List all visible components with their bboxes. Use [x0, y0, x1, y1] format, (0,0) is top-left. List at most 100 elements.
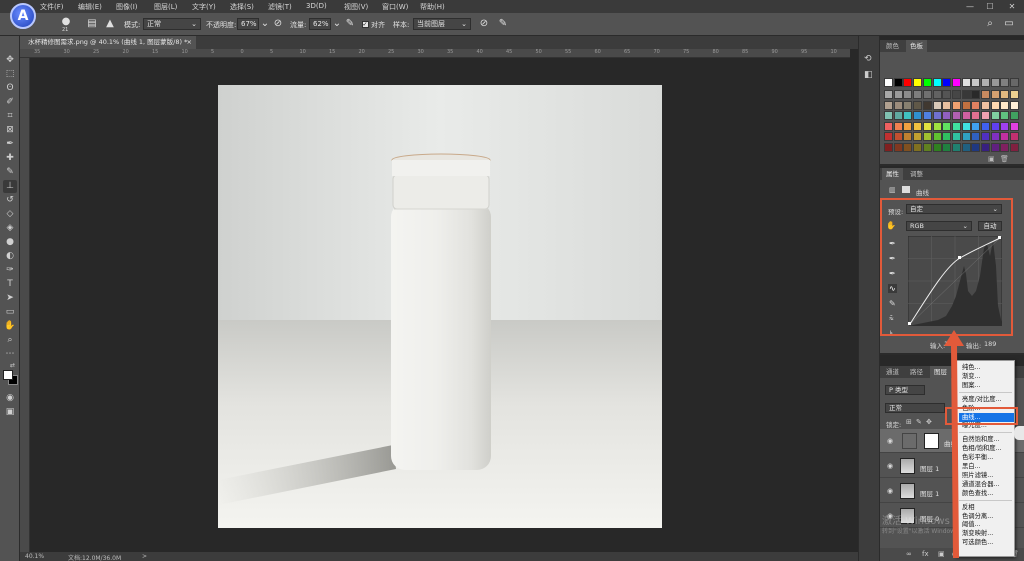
color-swatch[interactable] — [903, 100, 913, 110]
color-swatch[interactable] — [1000, 78, 1010, 87]
color-swatch[interactable] — [893, 90, 903, 99]
lasso-tool-icon[interactable]: ʘ — [3, 82, 17, 95]
brush-tool-icon[interactable]: ✎ — [3, 166, 17, 179]
menu-item[interactable]: 图层(L) — [154, 2, 177, 12]
color-swatch[interactable] — [981, 90, 990, 99]
color-swatch[interactable] — [913, 142, 923, 152]
type-tool-icon[interactable]: T — [3, 278, 17, 291]
mode-select[interactable]: 正常 ⌄ — [143, 18, 201, 30]
product-photo[interactable] — [218, 85, 662, 528]
color-swatch[interactable] — [942, 132, 952, 141]
color-swatch[interactable] — [913, 121, 923, 131]
color-swatch[interactable] — [961, 121, 971, 131]
color-swatch[interactable] — [961, 111, 971, 120]
color-swatch[interactable] — [951, 142, 961, 152]
tab-swatches[interactable]: 色板 — [906, 40, 927, 52]
color-swatch[interactable] — [913, 100, 923, 110]
lock-transparent-icon[interactable]: ⊞ — [906, 418, 912, 426]
color-swatch[interactable] — [961, 100, 971, 110]
color-swatch[interactable] — [971, 132, 981, 141]
color-swatch[interactable] — [1010, 121, 1020, 131]
layer-mask-thumbnail[interactable] — [924, 433, 939, 449]
color-swatch[interactable] — [990, 90, 1000, 99]
menu-item[interactable]: 编辑(E) — [78, 2, 102, 12]
color-swatch[interactable] — [922, 100, 932, 110]
color-swatch[interactable] — [1000, 111, 1010, 120]
color-swatch[interactable] — [951, 90, 961, 99]
screen-mode-icon[interactable]: ▣ — [3, 406, 17, 419]
frame-tool-icon[interactable]: ⊠ — [3, 124, 17, 137]
menu-item[interactable]: 3D(D) — [306, 2, 327, 10]
color-swatch[interactable] — [981, 111, 990, 120]
clone-source-icon[interactable]: ▲ — [104, 18, 116, 30]
color-swatch[interactable] — [893, 111, 903, 120]
color-swatch[interactable] — [903, 111, 913, 120]
color-swatch[interactable] — [961, 142, 971, 152]
eye-icon[interactable]: ◉ — [887, 487, 893, 495]
ignore-adjustment-icon[interactable]: ⊘ — [478, 18, 490, 30]
color-swatch[interactable] — [942, 100, 952, 110]
flow-input[interactable]: 62% — [309, 18, 331, 30]
opacity-input[interactable]: 67% — [237, 18, 259, 30]
marquee-tool-icon[interactable]: ⬚ — [3, 68, 17, 81]
eraser-tool-icon[interactable]: ◇ — [3, 208, 17, 221]
blend-mode-select[interactable]: 正常 — [885, 403, 945, 413]
document-tab[interactable]: 水杯精修图需求.png @ 40.1% (曲线 1, 图层蒙版/8) * × — [20, 36, 196, 49]
clone-stamp-tool-icon[interactable]: ⊥ — [3, 180, 17, 193]
color-swatch[interactable] — [951, 111, 961, 120]
zoom-tool-icon[interactable]: ⌕ — [3, 334, 17, 347]
path-select-tool-icon[interactable]: ➤ — [3, 292, 17, 305]
aligned-checkbox[interactable]: ✓ — [359, 18, 371, 30]
color-swatch[interactable] — [1000, 132, 1010, 141]
color-swatch[interactable] — [884, 111, 893, 120]
link-icon[interactable]: ∞ — [906, 550, 912, 558]
flow-dropdown-icon[interactable]: ⌄ — [331, 18, 343, 30]
color-swatch[interactable] — [903, 142, 913, 152]
color-swatch[interactable] — [884, 100, 893, 110]
color-swatch[interactable] — [951, 121, 961, 131]
color-swatch[interactable] — [1010, 78, 1020, 87]
color-swatch[interactable] — [922, 121, 932, 131]
menu-item[interactable]: 滤镜(T) — [268, 2, 292, 12]
color-swatch[interactable] — [1000, 90, 1010, 99]
color-swatch[interactable] — [922, 90, 932, 99]
color-swatch[interactable] — [884, 132, 893, 141]
history-panel-icon[interactable]: ⟲ — [864, 54, 872, 64]
color-swatch[interactable] — [951, 78, 961, 87]
new-swatch-icon[interactable]: ▣ — [988, 155, 995, 163]
menu-item[interactable]: 选择(S) — [230, 2, 254, 12]
tab-paths[interactable]: 路径 — [906, 366, 927, 378]
fx-icon[interactable]: fx — [922, 550, 929, 558]
zoom-level[interactable]: 40.1% — [25, 553, 44, 560]
search-icon[interactable]: ⌕ — [984, 18, 996, 30]
close-tab-icon[interactable]: × — [187, 36, 192, 49]
color-swatch[interactable] — [893, 132, 903, 141]
color-swatch[interactable] — [932, 90, 942, 99]
delete-swatch-icon[interactable]: 🗑 — [1000, 155, 1009, 163]
color-swatch[interactable] — [981, 78, 990, 87]
blur-tool-icon[interactable]: ● — [3, 236, 17, 249]
color-swatch[interactable] — [1010, 90, 1020, 99]
pen-tool-icon[interactable]: ✑ — [3, 264, 17, 277]
color-swatch[interactable] — [913, 132, 923, 141]
opacity-dropdown-icon[interactable]: ⌄ — [259, 18, 271, 30]
tab-properties[interactable]: 属性 — [882, 168, 903, 180]
minimize-button[interactable]: — — [964, 1, 976, 12]
eye-icon[interactable]: ◉ — [887, 437, 893, 445]
color-swatch[interactable] — [990, 132, 1000, 141]
color-swatch[interactable] — [884, 142, 893, 152]
color-swatch[interactable] — [1000, 142, 1010, 152]
color-swatch[interactable] — [942, 90, 952, 99]
color-swatch[interactable] — [1000, 100, 1010, 110]
color-swatch[interactable] — [913, 78, 923, 87]
brush-settings-icon[interactable]: ▤ — [86, 18, 98, 30]
tab-color[interactable]: 颜色 — [882, 40, 903, 52]
menu-item[interactable]: 视图(V) — [344, 2, 368, 12]
color-swatch[interactable] — [942, 78, 952, 87]
color-swatch[interactable] — [942, 142, 952, 152]
airbrush-icon[interactable]: ✎ — [344, 18, 356, 30]
color-swatch[interactable] — [961, 78, 971, 87]
healing-tool-icon[interactable]: ✚ — [3, 152, 17, 165]
color-swatch[interactable] — [951, 100, 961, 110]
tab-adjustments[interactable]: 调整 — [906, 168, 927, 180]
